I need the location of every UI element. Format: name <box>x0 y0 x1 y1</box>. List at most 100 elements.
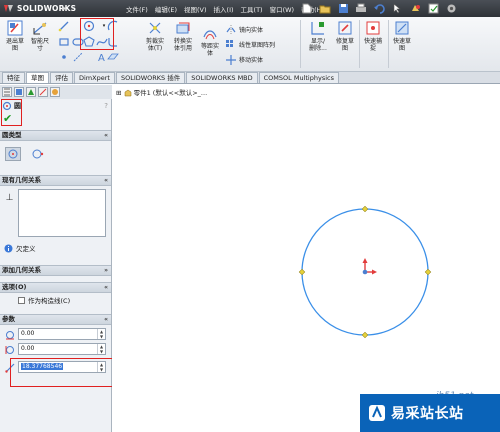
move-label: 移动实体 <box>239 57 264 64</box>
perimeter-circle-button[interactable] <box>30 147 46 161</box>
tab-mbd[interactable]: SOLIDWORKS MBD <box>186 72 258 83</box>
linear-pattern-button[interactable]: 线性草图阵列 <box>225 39 275 50</box>
construction-checkbox[interactable] <box>18 296 25 304</box>
sketch-canvas[interactable] <box>112 85 500 432</box>
tab-evaluate[interactable]: 评估 <box>50 72 73 83</box>
convert-icon <box>175 20 191 36</box>
feature-tree-tab-icon[interactable] <box>2 87 12 97</box>
add-relations-header-label: 添加几何关系 <box>2 266 41 274</box>
rapid-sketch-button[interactable]: 快速草 图 <box>390 20 414 52</box>
plane-tool-icon[interactable] <box>107 51 119 63</box>
help-icon[interactable]: ? <box>104 102 108 110</box>
open-file-icon[interactable] <box>318 2 332 15</box>
smart-dimension-label: 智能尺 寸 <box>30 38 49 52</box>
rebuild-icon[interactable] <box>408 2 422 15</box>
quadrant-point-bottom[interactable] <box>361 331 369 339</box>
trim-entities-button[interactable]: 剪裁实 体(T) <box>143 20 167 52</box>
relations-icon: ⊥ <box>5 192 14 203</box>
status-row: 欠定义 <box>4 243 36 253</box>
center-y-field[interactable]: 0.00 ▲ ▼ <box>18 343 106 355</box>
property-manager-tab-icon[interactable] <box>14 87 24 97</box>
config-manager-tab-icon[interactable] <box>26 87 36 97</box>
undo-icon[interactable] <box>372 2 386 15</box>
display-delete-relations-button[interactable]: 显示/ 删除... <box>304 20 332 52</box>
app-logo-text: SOLIDWORKS <box>17 4 77 13</box>
expand-icon: » <box>104 267 108 274</box>
rapid-sketch-label: 快速草 图 <box>392 38 411 52</box>
move-icon <box>225 54 236 65</box>
panel-title-highlight <box>1 99 22 126</box>
smart-dimension-button[interactable]: 智能尺 寸 <box>29 20 51 52</box>
center-circle-button[interactable] <box>5 147 21 161</box>
property-manager: 圆 ? ✔ 圆类型 « 现有几何关系 « ⊥ 欠定义 添加几何关系 » 选项(O… <box>0 85 141 432</box>
print-icon[interactable] <box>354 2 368 15</box>
centerline-tool-icon[interactable] <box>72 51 84 63</box>
watermark: 易采站长站 <box>360 394 500 432</box>
quadrant-point-right[interactable] <box>424 268 432 276</box>
existing-relations-header-label: 现有几何关系 <box>2 176 41 184</box>
exit-sketch-button[interactable]: 退出草 图 <box>4 20 26 52</box>
trim-label: 剪裁实 体(T) <box>145 38 164 52</box>
repair-sketch-icon <box>337 20 353 36</box>
move-entities-button[interactable]: 移动实体 <box>225 54 263 65</box>
origin-icon <box>362 258 377 275</box>
existing-relations-header[interactable]: 现有几何关系 « <box>0 175 111 186</box>
center-circle-icon <box>8 149 18 159</box>
new-file-icon[interactable] <box>300 2 314 15</box>
collapse-icon: « <box>104 316 108 323</box>
rapid-sketch-icon <box>394 20 410 36</box>
tab-sketch[interactable]: 草图 <box>26 72 49 83</box>
dimxpert-tab-icon[interactable] <box>38 87 48 97</box>
options-header[interactable]: 选项(O) « <box>0 282 111 293</box>
gear-icon[interactable] <box>444 2 458 15</box>
tab-dimxpert[interactable]: DimXpert <box>74 72 115 83</box>
exit-sketch-label: 退出草 图 <box>5 38 24 52</box>
quick-access-toolbar <box>300 1 462 16</box>
tab-features[interactable]: 特征 <box>2 72 25 83</box>
center-y-spinner[interactable]: ▲ ▼ <box>97 344 105 354</box>
manager-tabs <box>0 85 112 99</box>
rectangle-tool-icon[interactable] <box>58 36 70 48</box>
add-relations-header[interactable]: 添加几何关系 » <box>0 265 111 276</box>
menu-insert[interactable]: 插入(I) <box>214 4 234 14</box>
quick-snaps-button[interactable]: 快速捕 捉 <box>361 20 385 52</box>
options-icon[interactable] <box>426 2 440 15</box>
menu-window[interactable]: 窗口(W) <box>270 4 295 14</box>
center-x-spinner[interactable]: ▲ ▼ <box>97 329 105 339</box>
line-tool-icon[interactable] <box>58 20 70 32</box>
offset-icon <box>202 25 218 41</box>
linear-pattern-label: 线性草图阵列 <box>239 42 276 49</box>
parameters-header-label: 参数 <box>2 315 15 323</box>
tab-comsol[interactable]: COMSOL Multiphysics <box>258 72 339 83</box>
offset-entities-button[interactable]: 等距实 体 <box>198 25 222 57</box>
tab-addins[interactable]: SOLIDWORKS 插件 <box>115 72 186 83</box>
menu-edit[interactable]: 编辑(E) <box>155 4 177 14</box>
collapse-icon: « <box>104 177 108 184</box>
graphics-area[interactable]: ⊞ 零件1 (默认<<默认>_... <box>112 85 500 432</box>
ribbon-separator <box>359 20 360 68</box>
logo-arrow-icon[interactable]: ▶ <box>62 5 67 12</box>
point-tool-icon[interactable] <box>58 51 70 63</box>
existing-relations-list[interactable] <box>18 189 106 237</box>
linear-pattern-icon <box>225 39 236 50</box>
quadrant-point-top[interactable] <box>361 205 369 213</box>
construction-label: 作为构造线(C) <box>28 297 71 305</box>
construction-option[interactable]: 作为构造线(C) <box>18 295 70 305</box>
quadrant-point-left[interactable] <box>298 268 306 276</box>
menu-view[interactable]: 视图(V) <box>184 4 207 14</box>
options-header-label: 选项(O) <box>2 283 27 291</box>
save-icon[interactable] <box>336 2 350 15</box>
menu-file[interactable]: 文件(F) <box>126 4 148 14</box>
offset-label: 等距实 体 <box>200 43 219 57</box>
circle-type-header[interactable]: 圆类型 « <box>0 130 111 141</box>
mirror-icon <box>225 24 236 35</box>
display-manager-tab-icon[interactable] <box>50 87 60 97</box>
select-icon[interactable] <box>390 2 404 15</box>
center-x-field[interactable]: 0.00 ▲ ▼ <box>18 328 106 340</box>
mirror-entities-button[interactable]: 镜向实体 <box>225 24 263 35</box>
menu-tools[interactable]: 工具(T) <box>241 4 263 14</box>
convert-entities-button[interactable]: 转换实 体引用 <box>170 20 196 52</box>
repair-sketch-button[interactable]: 修复草 图 <box>333 20 357 52</box>
parameters-header[interactable]: 参数 « <box>0 314 111 325</box>
repair-sketch-label: 修复草 图 <box>335 38 354 52</box>
